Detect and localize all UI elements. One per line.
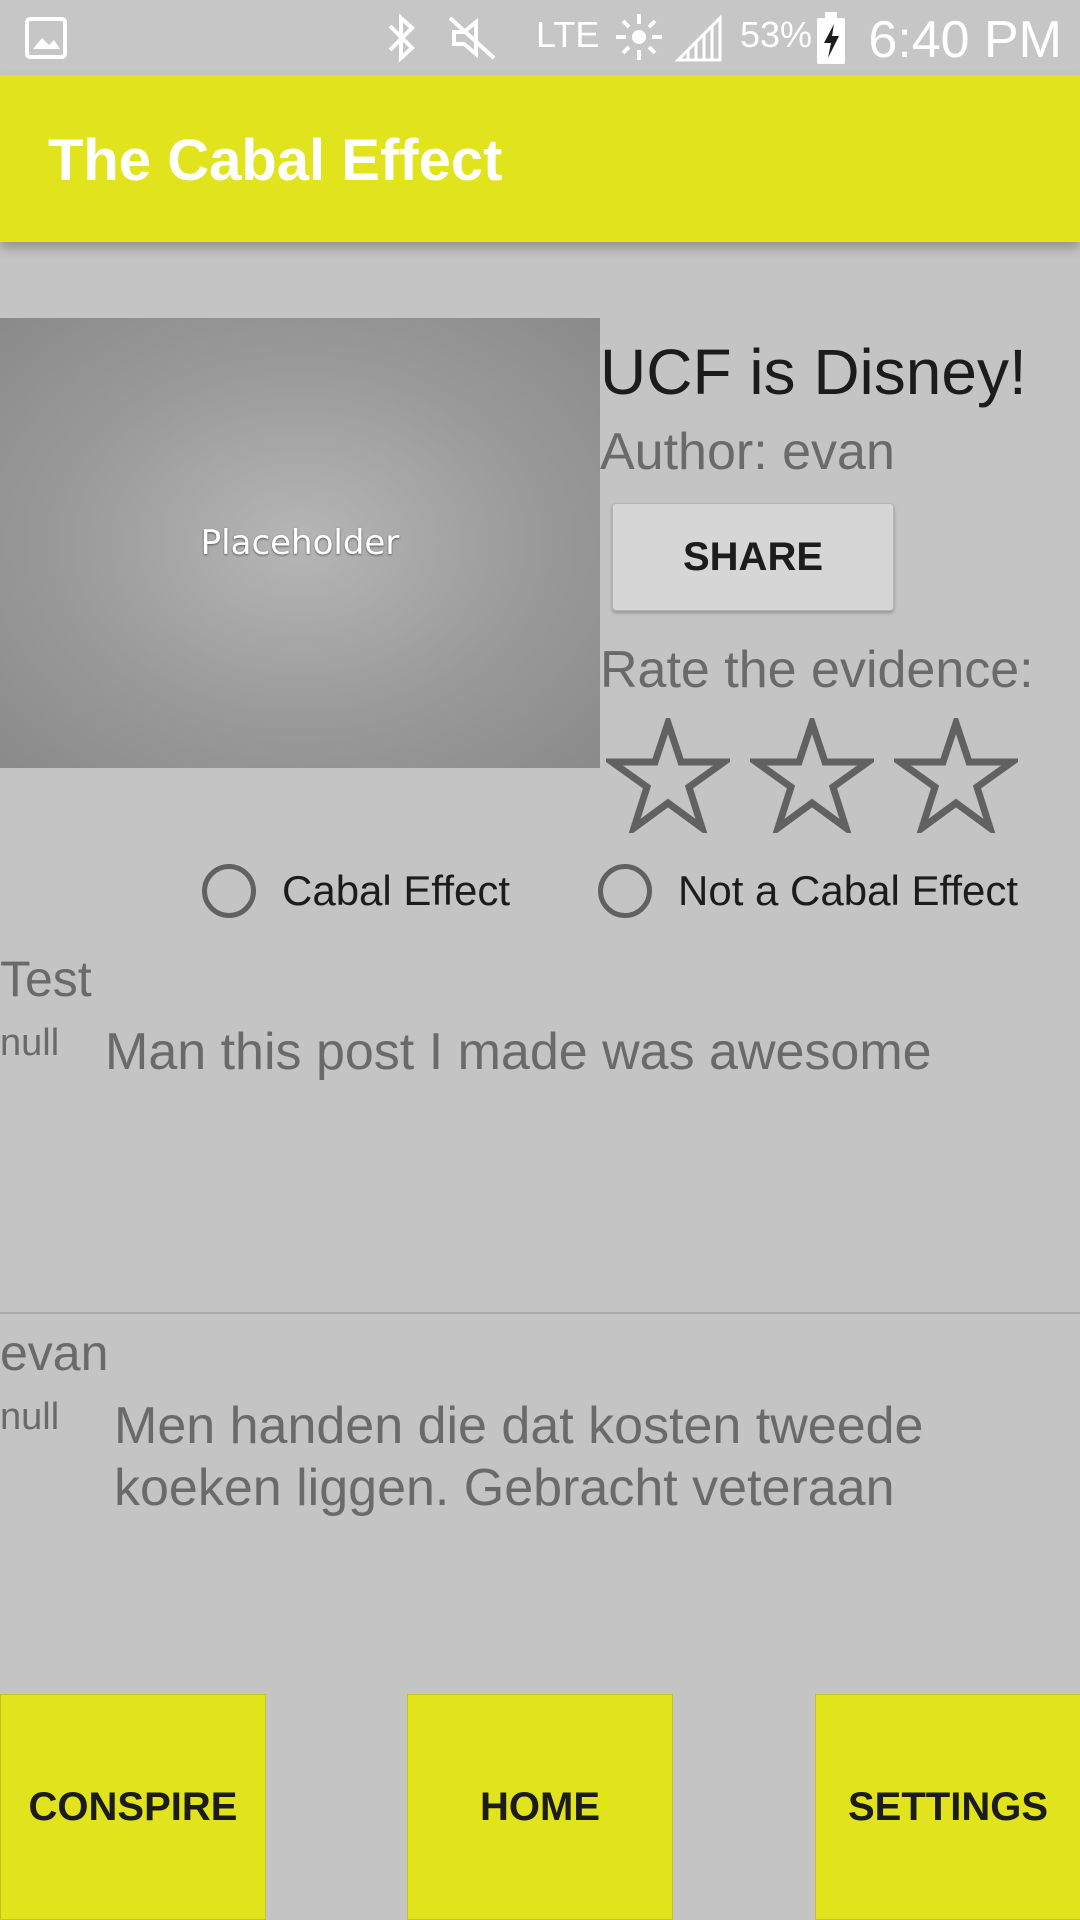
status-bar: LTE 53% 6:40 PM — [0, 0, 1080, 75]
sync-icon — [616, 14, 662, 60]
gallery-icon — [25, 17, 67, 59]
clock: 6:40 PM — [868, 11, 1062, 69]
home-button[interactable]: HOME — [407, 1694, 673, 1920]
comment-author: Test — [0, 951, 92, 1007]
radio-circle-icon[interactable] — [598, 864, 652, 918]
comment-body: Man this post I made was awesome — [105, 1023, 932, 1081]
conspire-button[interactable]: CONSPIRE — [0, 1694, 266, 1920]
radio-not-cabal-effect[interactable]: Not a Cabal Effect — [598, 860, 1018, 922]
bluetooth-icon — [388, 13, 415, 63]
lte-label: LTE — [536, 14, 600, 55]
battery-charging-icon — [817, 12, 845, 64]
settings-button[interactable]: SETTINGS — [815, 1694, 1080, 1920]
radio-circle-icon[interactable] — [202, 864, 256, 918]
post-author: Author: evan — [600, 423, 895, 481]
post-title: UCF is Disney! — [600, 336, 1027, 408]
app-title: The Cabal Effect — [48, 128, 503, 193]
mute-icon — [448, 16, 496, 60]
comment-rating: null — [0, 1022, 60, 1064]
rating-bar[interactable] — [606, 718, 1036, 833]
star-icon[interactable] — [606, 718, 730, 833]
radio-label: Not a Cabal Effect — [678, 867, 1019, 914]
comment-author: evan — [0, 1325, 109, 1381]
comment-item: evan null Men handen die dat kosten twee… — [0, 1314, 1080, 1534]
comment-body: Men handen die dat kosten tweede koeken … — [114, 1397, 924, 1517]
rate-label: Rate the evidence: — [600, 641, 1034, 699]
app-bar: The Cabal Effect — [0, 75, 1080, 242]
signal-icon — [674, 14, 722, 62]
radio-label: Cabal Effect — [282, 867, 511, 914]
share-button[interactable]: SHARE — [612, 503, 894, 611]
battery-percent: 53% — [740, 14, 813, 55]
placeholder-label: Placeholder — [200, 523, 400, 563]
radio-cabal-effect[interactable]: Cabal Effect — [202, 860, 510, 922]
star-icon[interactable] — [894, 718, 1018, 833]
star-icon[interactable] — [750, 718, 874, 833]
comment-rating: null — [0, 1396, 60, 1438]
post-image: Placeholder — [0, 318, 600, 768]
